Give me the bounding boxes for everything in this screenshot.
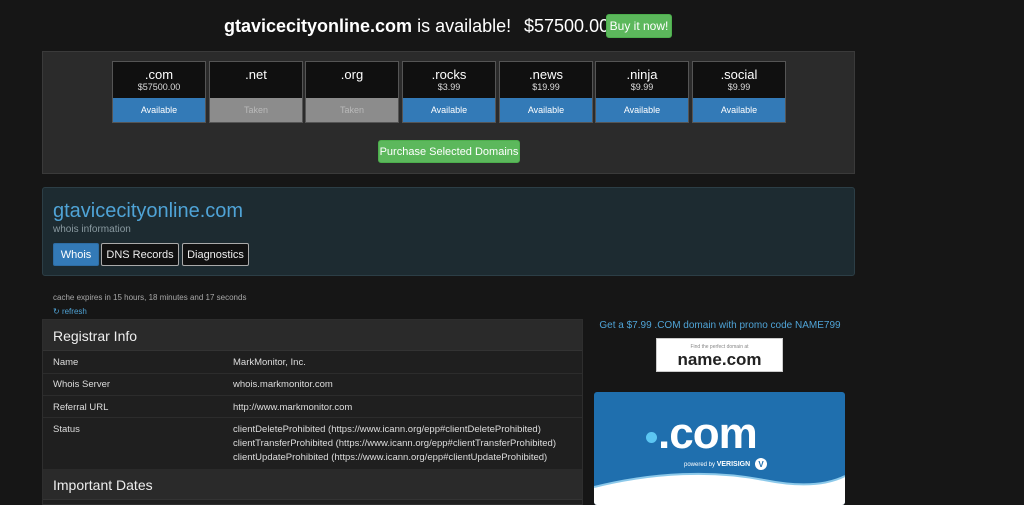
namecom-logo: name.com (677, 350, 762, 369)
purchase-selected-button[interactable]: Purchase Selected Domains (378, 140, 520, 163)
available-text: is available! (412, 16, 512, 36)
tld-card-news[interactable]: .news $19.99 Available (499, 61, 593, 123)
top-banner: gtavicecityonline.com is available! $575… (0, 0, 1024, 50)
tld-price: $9.99 (727, 82, 751, 92)
availability-heading: gtavicecityonline.com is available! (224, 16, 511, 37)
tld-name: .social (720, 67, 758, 82)
namecom-ad[interactable]: Find the perfect domain at name.com (656, 338, 783, 372)
tld-name: .news (529, 67, 563, 82)
domain-title: gtavicecityonline.com (53, 200, 244, 222)
tld-status-button[interactable]: Taken (306, 98, 398, 122)
verisign-dotcom-text: .com (658, 409, 758, 458)
tld-selection-panel: .com $57500.00 Available .net Taken .org Taken… (42, 51, 855, 174)
row-value-referral-url: http://www.markmonitor.com (233, 402, 353, 413)
tld-status-button[interactable]: Taken (210, 98, 302, 122)
important-dates-header: Important Dates (43, 469, 582, 500)
tld-name: .com (144, 67, 174, 82)
refresh-link[interactable]: ↻ refresh (53, 307, 87, 316)
row-value-status-2: clientTransferProhibited (https://www.ic… (233, 438, 556, 449)
tld-name: .org (340, 67, 364, 82)
tld-price: $3.99 (437, 82, 461, 92)
refresh-label: refresh (61, 307, 87, 316)
registrar-info-header: Registrar Info (43, 320, 582, 351)
cache-expiry-text: cache expires in 15 hours, 18 minutes an… (53, 293, 247, 302)
tld-name: .net (245, 67, 267, 82)
tld-price: $57500.00 (137, 82, 181, 92)
important-dates-heading: Important Dates (53, 477, 153, 493)
verisign-ad[interactable]: .com powered by VERISIGN V (594, 392, 845, 505)
tab-whois[interactable]: Whois (53, 243, 99, 266)
row-value-whois-server: whois.markmonitor.com (233, 379, 333, 390)
tld-card-ninja[interactable]: .ninja $9.99 Available (595, 61, 689, 123)
domain-header-panel: gtavicecityonline.com whois information … (42, 187, 855, 276)
row-value-status-3: clientUpdateProhibited (https://www.ican… (233, 452, 548, 463)
banner-domain: gtavicecityonline.com (224, 16, 413, 36)
dot-icon (646, 432, 657, 443)
row-label-referral-url: Referral URL (53, 402, 109, 413)
tld-status-button[interactable]: Available (500, 98, 592, 122)
powered-label: powered by (684, 462, 716, 468)
tld-card-com[interactable]: .com $57500.00 Available (112, 61, 206, 123)
row-value-name: MarkMonitor, Inc. (233, 357, 306, 368)
promo-link[interactable]: Get a $7.99 .COM domain with promo code … (594, 320, 846, 331)
domain-subtitle: whois information (53, 224, 131, 235)
tld-name: .rocks (431, 67, 467, 82)
row-value-status-1: clientDeleteProhibited (https://www.ican… (233, 424, 541, 435)
verisign-brand: VERISIGN (716, 461, 751, 468)
tld-status-button[interactable]: Available (403, 98, 495, 122)
row-divider (43, 395, 582, 396)
tld-name: .ninja (626, 67, 658, 82)
row-label-status: Status (53, 424, 80, 435)
tld-status-button[interactable]: Available (693, 98, 785, 122)
refresh-icon: ↻ (53, 307, 60, 316)
tld-card-net[interactable]: .net Taken (209, 61, 303, 123)
buy-now-button[interactable]: Buy it now! (606, 14, 672, 38)
tab-dns-records[interactable]: DNS Records (101, 243, 179, 266)
tld-status-button[interactable]: Available (113, 98, 205, 122)
registrar-info-panel: Registrar Info Name MarkMonitor, Inc. Wh… (42, 319, 583, 505)
tld-card-social[interactable]: .social $9.99 Available (692, 61, 786, 123)
row-divider (43, 417, 582, 418)
tld-card-org[interactable]: .org Taken (305, 61, 399, 123)
row-divider (43, 373, 582, 374)
tld-price: $9.99 (630, 82, 654, 92)
registrar-info-heading: Registrar Info (53, 328, 138, 344)
row-label-name: Name (53, 357, 79, 368)
tld-status-button[interactable]: Available (596, 98, 688, 122)
verisign-logo-icon: V (755, 458, 767, 470)
tab-diagnostics[interactable]: Diagnostics (182, 243, 249, 266)
tld-price: $19.99 (532, 82, 560, 92)
powered-by-text: powered by VERISIGN (684, 461, 750, 468)
tld-card-rocks[interactable]: .rocks $3.99 Available (402, 61, 496, 123)
domain-price: $57500.00 (524, 16, 610, 36)
row-label-whois-server: Whois Server (53, 379, 111, 390)
